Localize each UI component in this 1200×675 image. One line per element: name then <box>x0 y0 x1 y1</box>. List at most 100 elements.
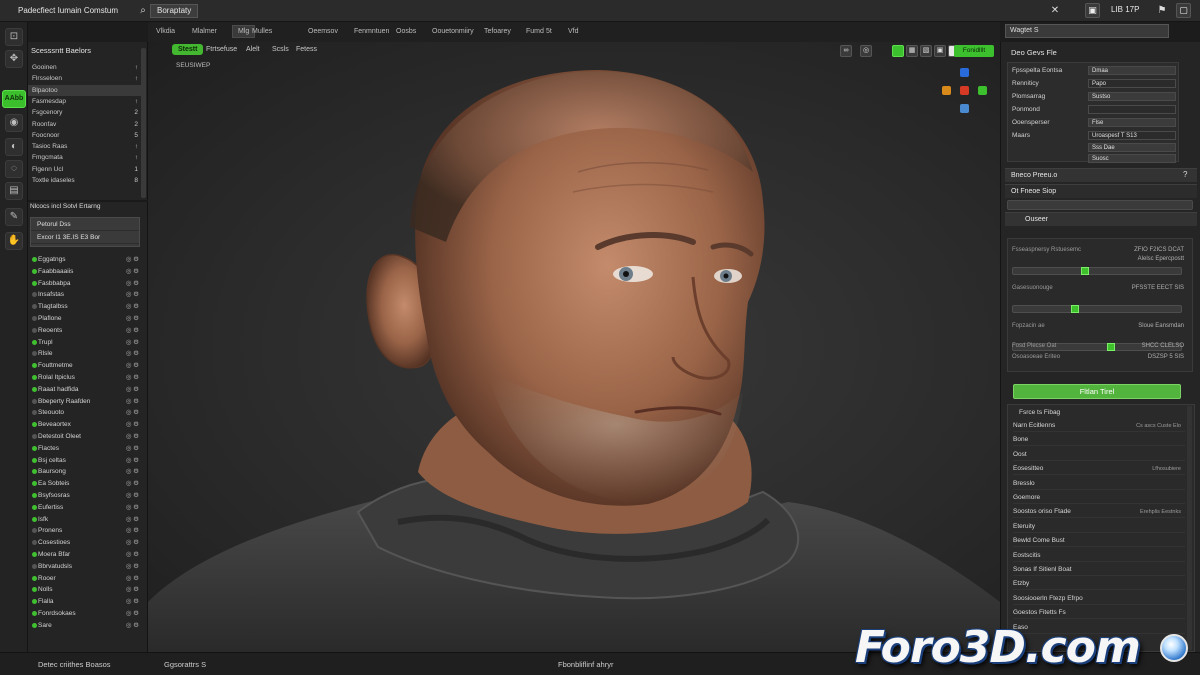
layer-row[interactable]: Cosestioes ◎ ⚙ <box>28 537 144 548</box>
layer-options-icon[interactable]: ◎ ⚙ <box>126 301 139 312</box>
outliner-row[interactable]: Gooinen ↑ <box>28 62 144 73</box>
visibility-icon[interactable] <box>32 445 37 451</box>
visibility-icon[interactable] <box>32 422 37 428</box>
layer-options-icon[interactable]: ◎ ⚙ <box>126 348 139 359</box>
material-row[interactable]: Goestos Fitetts Fs <box>1013 607 1185 620</box>
layer-options-icon[interactable]: ◎ ⚙ <box>126 266 139 277</box>
visibility-icon[interactable] <box>32 327 37 333</box>
layer-options-icon[interactable]: ◎ ⚙ <box>126 537 139 548</box>
layer-options-icon[interactable]: ◎ ⚙ <box>126 525 139 536</box>
visibility-icon[interactable] <box>32 268 37 274</box>
outliner-row[interactable]: Flrsseloen ↑ <box>28 73 144 84</box>
menu-item[interactable]: Tefoarey <box>484 28 511 35</box>
layer-options-icon[interactable]: ◎ ⚙ <box>126 289 139 300</box>
panel-divider[interactable] <box>28 200 148 202</box>
layer-options-icon[interactable]: ◎ ⚙ <box>126 419 139 430</box>
menu-item[interactable]: Mulles <box>252 28 272 35</box>
link-icon[interactable]: ∞ <box>840 45 852 57</box>
property-value[interactable]: Uroaspesf T S13 <box>1088 131 1176 140</box>
layer-row[interactable]: Bbeperty Raafden ◎ ⚙ <box>28 396 144 407</box>
visibility-icon[interactable] <box>32 316 37 321</box>
layer-row[interactable]: Insafstas ◎ ⚙ <box>28 289 144 300</box>
visibility-icon[interactable] <box>32 398 37 404</box>
material-row[interactable]: Eosesitteo Lfhosubiere <box>1013 463 1185 476</box>
layer-options-icon[interactable]: ◎ ⚙ <box>126 313 139 324</box>
camera-icon[interactable]: ◎ <box>860 45 872 57</box>
material-row[interactable]: Etzby <box>1013 578 1185 591</box>
visibility-icon[interactable] <box>32 516 37 522</box>
layer-options-icon[interactable]: ◎ ⚙ <box>126 396 139 407</box>
visibility-icon[interactable] <box>32 587 37 593</box>
material-row[interactable]: Narn Ecitlenns Cs ascs Custe Elo <box>1013 420 1185 432</box>
layer-row[interactable]: Isfk ◎ ⚙ <box>28 514 144 525</box>
visibility-icon[interactable] <box>32 434 37 439</box>
transform-tool-icon[interactable]: ▤ <box>5 182 23 200</box>
visibility-icon[interactable] <box>32 481 37 487</box>
layer-options-icon[interactable]: ◎ ⚙ <box>126 372 139 383</box>
layer-row[interactable]: Reoents ◎ ⚙ <box>28 325 144 336</box>
layer-row[interactable]: Detestoit Oleet ◎ ⚙ <box>28 431 144 442</box>
layer-options-icon[interactable]: ◎ ⚙ <box>126 431 139 442</box>
outliner-scrollbar[interactable] <box>141 48 146 198</box>
layer-selected-row[interactable]: Petorul Dss <box>31 218 139 231</box>
layer-row[interactable]: Steouoto ◎ ⚙ <box>28 407 144 418</box>
smooth-tool-icon[interactable]: ◌ <box>5 160 23 178</box>
layer-row[interactable]: Eggatngs ◎ ⚙ <box>28 254 144 265</box>
layer-row[interactable]: Trupl ◎ ⚙ <box>28 337 144 348</box>
outliner-row[interactable]: Flgenn Ucl 1 <box>28 164 144 175</box>
slider[interactable] <box>1012 305 1182 313</box>
visibility-icon[interactable] <box>32 622 37 628</box>
gizmo-orange-icon[interactable] <box>942 86 951 95</box>
property-value[interactable]: Flse <box>1088 118 1176 127</box>
viewport-tab[interactable]: Ftrtsefuse <box>206 46 237 53</box>
menu-item[interactable]: Vlkdia <box>156 28 175 35</box>
layer-row[interactable]: Flactes ◎ ⚙ <box>28 443 144 454</box>
search-field[interactable]: Wagtet S <box>1005 24 1169 38</box>
visibility-icon[interactable] <box>32 375 37 380</box>
section-header[interactable]: Ouseer <box>1005 212 1197 226</box>
layer-row[interactable]: Rolal Itpiclus ◎ ⚙ <box>28 372 144 383</box>
visibility-icon[interactable] <box>32 575 37 581</box>
home-icon[interactable]: ▣ <box>1085 3 1100 18</box>
grab-tool-icon[interactable]: ✋ <box>5 232 23 250</box>
visibility-icon[interactable] <box>32 292 37 298</box>
layer-row[interactable]: Plaflone ◎ ⚙ <box>28 313 144 324</box>
layer-row[interactable]: Faabbaaaiis ◎ ⚙ <box>28 266 144 277</box>
menu-item[interactable]: Fenmntuen <box>354 28 389 35</box>
layer-row[interactable]: Bbrvatudsls ◎ ⚙ <box>28 561 144 572</box>
layer-row[interactable]: Rlsle ◎ ⚙ <box>28 348 144 359</box>
slider-knob[interactable] <box>1081 267 1089 275</box>
layer-options-icon[interactable]: ◎ ⚙ <box>126 584 139 595</box>
layer-options-icon[interactable]: ◎ ⚙ <box>126 337 139 348</box>
gizmo-axis-x-icon[interactable] <box>960 86 969 95</box>
property-value[interactable]: Sss Dae <box>1088 143 1176 152</box>
gizmo-axis-z-icon[interactable] <box>960 68 969 77</box>
user-icon[interactable]: ⚑ <box>1155 4 1169 18</box>
viewport-tab[interactable]: Fetess <box>296 46 317 53</box>
layer-options-icon[interactable]: ◎ ⚙ <box>126 407 139 418</box>
material-row[interactable]: Bone <box>1013 434 1185 447</box>
layer-options-icon[interactable]: ◎ ⚙ <box>126 478 139 489</box>
menu-item[interactable]: 5t <box>546 28 552 35</box>
property-value[interactable] <box>1088 105 1176 114</box>
outliner-row[interactable]: Tasioc Raas ↑ <box>28 141 144 152</box>
layer-row[interactable]: Ea Sobteis ◎ ⚙ <box>28 478 144 489</box>
layer-options-icon[interactable]: ◎ ⚙ <box>126 490 139 501</box>
brush-tool-icon[interactable]: ✎ <box>5 208 23 226</box>
layer-options-icon[interactable]: ◎ ⚙ <box>126 549 139 560</box>
help-icon[interactable]: ? <box>1183 170 1187 179</box>
visibility-icon[interactable] <box>32 304 37 310</box>
mask-tool-icon[interactable]: ◐ <box>5 138 23 156</box>
outliner-row[interactable]: Blpaotoo <box>28 84 144 96</box>
layer-options-icon[interactable]: ◎ ⚙ <box>126 502 139 513</box>
viewport-tab[interactable]: Alelt <box>246 46 260 53</box>
layer-options-icon[interactable]: ◎ ⚙ <box>126 596 139 607</box>
apply-button[interactable]: Fltlan Tirel <box>1013 384 1181 399</box>
layer-row[interactable]: Fonrdsokaes ◎ ⚙ <box>28 608 144 619</box>
material-row[interactable]: Goemore <box>1013 492 1185 504</box>
layer-options-icon[interactable]: ◎ ⚙ <box>126 608 139 619</box>
visibility-icon[interactable] <box>32 540 37 546</box>
layer-row[interactable]: Raaat hadfida ◎ ⚙ <box>28 384 144 395</box>
3d-viewport[interactable]: Stestt Ftrtsefuse Alelt Scsls Fetess SEUSIWE… <box>148 42 1000 652</box>
visibility-icon[interactable] <box>32 563 37 569</box>
